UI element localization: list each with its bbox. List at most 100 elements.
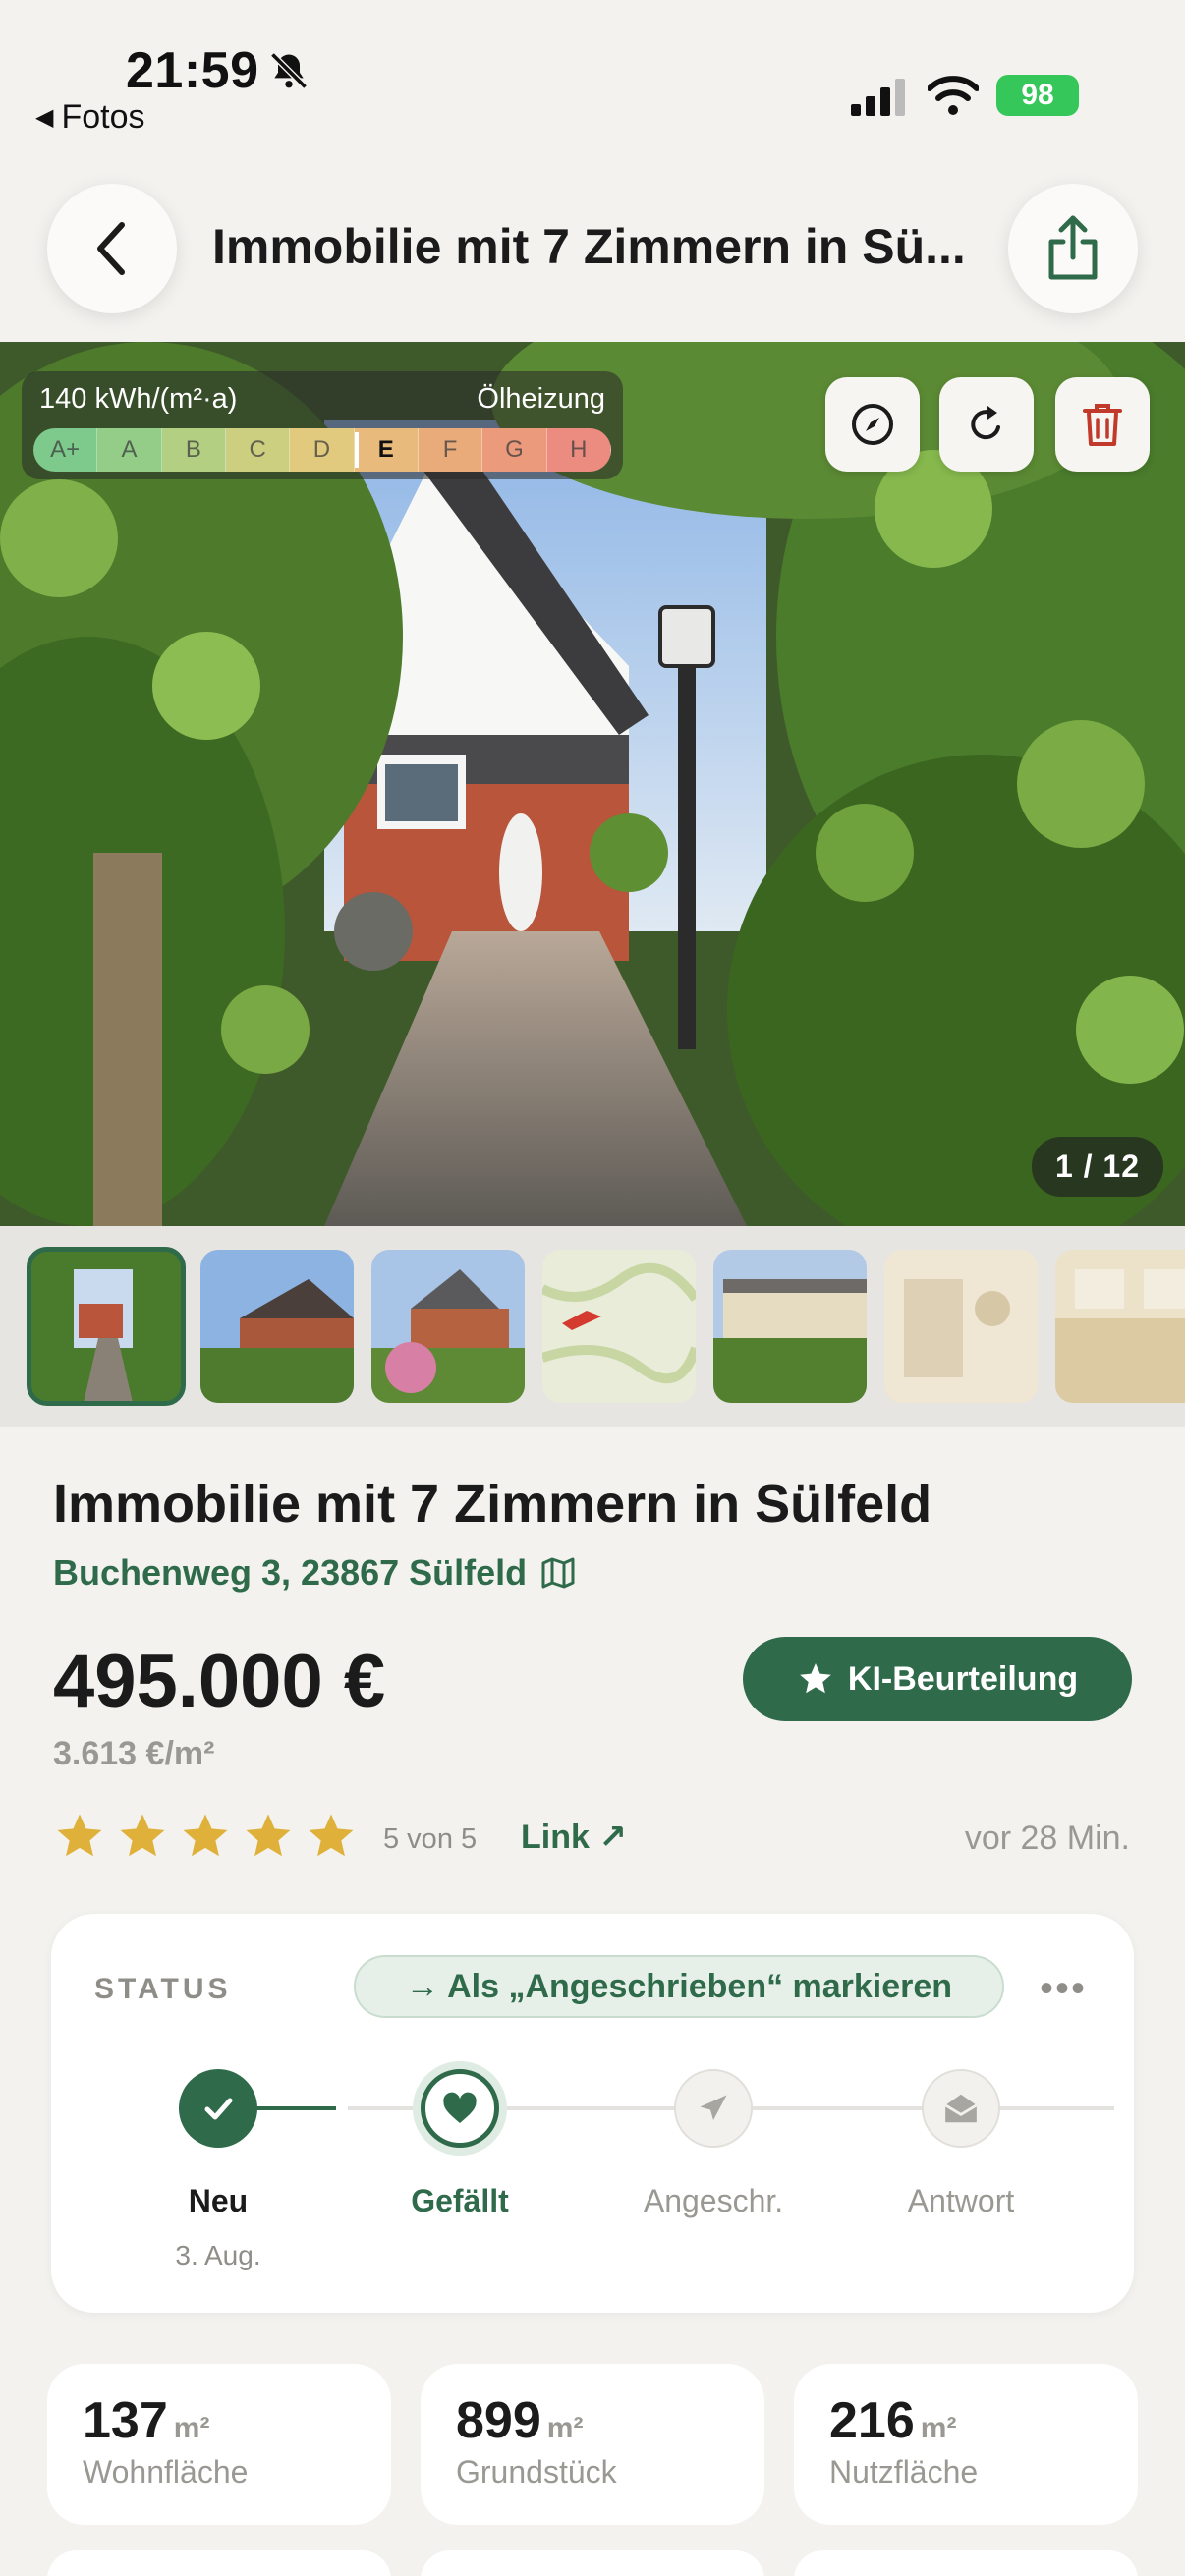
ki-assessment-button[interactable]: KI-Beurteilung [743,1637,1132,1721]
back-to-app-link[interactable]: ◀ Fotos [35,98,145,137]
metric-card-living-area: 137 m² Wohnfläche [47,2364,391,2525]
chevron-left-icon [97,222,125,275]
metric-value: 899 [456,2392,541,2449]
metric-unit: m² [920,2412,957,2444]
step-label: Neu [188,2183,249,2218]
metric-value: 216 [829,2392,915,2449]
page-title: Immobilie mit 7 Zimmern in Sü... [212,219,966,274]
refresh-button[interactable] [939,377,1034,472]
thumbnail[interactable] [1055,1250,1185,1403]
bell-muted-icon [270,52,308,89]
thumbnail-image [542,1250,696,1403]
back-button[interactable] [47,184,177,313]
status-time: 21:59 [126,42,259,99]
step-label: Antwort [907,2183,1015,2218]
mark-contacted-button[interactable]: → Als „Angeschrieben“ markieren [354,1955,1004,2018]
step-date: 3. Aug. [175,2240,261,2270]
thumbnail-image [200,1250,354,1403]
more-options-button[interactable]: ••• [1040,1967,1087,2011]
star-filled-icon[interactable] [242,1810,295,1863]
heart-icon [443,2092,477,2123]
star-filled-icon[interactable] [179,1810,232,1863]
star-rating[interactable] [53,1810,358,1863]
thumbnail-image [713,1250,867,1403]
compass-button[interactable] [825,377,920,472]
thumbnail[interactable] [27,1247,186,1406]
paper-plane-icon [700,2095,727,2120]
trash-icon [1083,404,1122,446]
energy-rating-panel: 140 kWh/(m²·a) Ölheizung A+ A B C D E F … [22,371,623,479]
star-filled-icon[interactable] [53,1810,106,1863]
step-label: Gefällt [411,2183,509,2218]
energy-class: C [225,428,291,472]
energy-class: H [546,428,611,472]
energy-class: A [97,428,162,472]
compass-icon [852,404,893,445]
refresh-icon [971,406,1000,440]
battery-level: 98 [1021,79,1054,111]
metric-label: Wohnfläche [83,2454,249,2490]
back-triangle-icon: ◀ [35,104,54,131]
metric-card-plot: 899 m² Grundstück [421,2364,764,2525]
thumbnail[interactable] [542,1250,696,1403]
metric-unit: m² [173,2412,210,2444]
energy-class: D [290,428,355,472]
price: 495.000 € [53,1640,386,1723]
thumbnail-image [884,1250,1038,1403]
energy-class: A+ [33,428,98,472]
heating-type: Ölheizung [477,383,605,415]
thumbnail[interactable] [884,1250,1038,1403]
step-reply[interactable] [922,2069,1000,2148]
status-bar: 21:59 ◀ Fotos 98 [0,0,1185,147]
thumbnail[interactable] [200,1250,354,1403]
thumbnail-image [1055,1250,1185,1403]
star-icon [800,1663,831,1694]
delete-button[interactable] [1055,377,1150,472]
checkmark-icon [204,2098,233,2120]
price-per-sqm: 3.613 €/m² [53,1735,215,1772]
address-link[interactable]: Buchenweg 3, 23867 Sülfeld [53,1552,576,1594]
battery-indicator: 98 [996,75,1079,116]
rating-text: 5 von 5 [383,1823,478,1855]
status-label: STATUS [94,1973,232,2005]
status-card: STATUS → Als „Angeschrieben“ markieren •… [51,1914,1134,2313]
share-button[interactable] [1008,184,1138,313]
energy-class: G [482,428,547,472]
metric-card-usable-area: 216 m² Nutzfläche [794,2364,1138,2525]
thumbnail-image [29,1250,183,1403]
step-liked[interactable] [413,2061,507,2156]
back-app-label: Fotos [61,98,145,136]
open-envelope-icon [944,2094,978,2123]
energy-class: B [161,428,226,472]
thumbnail[interactable] [713,1250,867,1403]
cellular-signal-icon [851,79,905,116]
step-label: Angeschr. [643,2183,784,2218]
address-text: Buchenweg 3, 23867 Sülfeld [53,1552,528,1593]
map-icon [541,1557,575,1589]
energy-class: F [418,428,483,472]
metric-card-partial [794,2550,1138,2576]
property-photo[interactable]: 140 kWh/(m²·a) Ölheizung A+ A B C D E F … [0,342,1185,1226]
step-contacted[interactable] [674,2069,753,2148]
thumbnail-image [371,1250,525,1403]
star-filled-icon[interactable] [305,1810,358,1863]
step-new[interactable] [179,2069,257,2148]
thumbnail-strip[interactable] [0,1226,1185,1427]
time-ago: vor 28 Min. [964,1820,1130,1857]
ki-button-label: KI-Beurteilung [847,1659,1079,1698]
photo-counter: 1 / 12 [1031,1137,1163,1197]
wifi-icon [928,76,979,115]
thumbnail[interactable] [371,1250,525,1403]
share-icon [1048,215,1098,280]
metric-card-partial [421,2550,764,2576]
metric-label: Grundstück [456,2454,617,2490]
metric-value: 137 [83,2392,168,2449]
star-filled-icon[interactable] [116,1810,169,1863]
listing-title: Immobilie mit 7 Zimmern in Sülfeld [53,1475,932,1534]
energy-scale: A+ A B C D E F G H [33,428,611,472]
energy-value: 140 kWh/(m²·a) [39,383,238,415]
metric-label: Nutzfläche [829,2454,979,2490]
metric-unit: m² [546,2412,584,2444]
listing-link[interactable]: Link ↗ [521,1818,627,1857]
metric-card-partial [47,2550,391,2576]
